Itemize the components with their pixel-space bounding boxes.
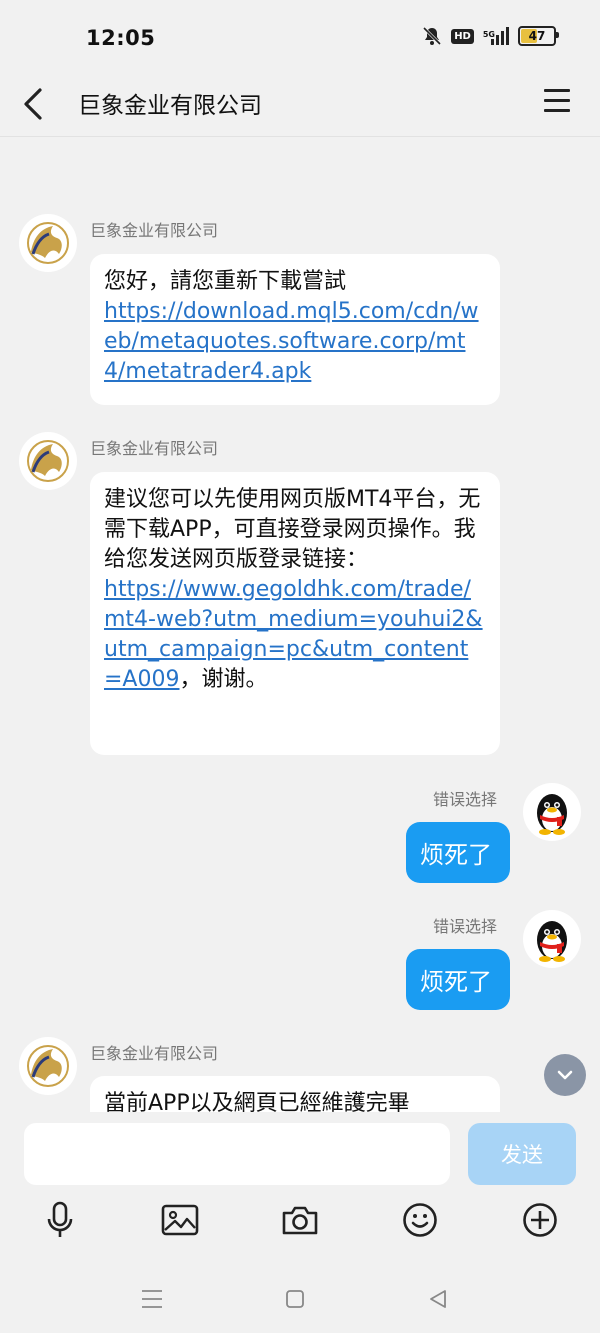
back-button[interactable] (18, 82, 58, 126)
sender-name: 错误选择 (433, 790, 498, 809)
penguin-avatar-icon (537, 794, 567, 835)
penguin-avatar-icon (537, 921, 567, 962)
chat-toolbar (0, 1196, 600, 1248)
menu-button[interactable] (544, 89, 570, 115)
sender-name: 错误选择 (433, 917, 498, 936)
square-icon (286, 1290, 304, 1308)
message-text-after: ，谢谢。 (179, 667, 268, 692)
message-bubble: 建议您可以先使用网页版MT4平台，无需下载APP，可直接登录网页操作。我给您发送… (90, 472, 500, 755)
message-bubble-self: 烦死了 (406, 949, 510, 1010)
status-bar: 12:05 HD 5G 47 (0, 0, 600, 72)
avatar-company[interactable] (19, 1037, 77, 1095)
company-logo-icon (27, 222, 69, 264)
sender-name: 巨象金业有限公司 (90, 1044, 219, 1063)
company-logo-icon (27, 1045, 69, 1087)
chat-header: 巨象金业有限公司 (0, 72, 600, 137)
message-bubble: 您好，請您重新下載嘗試 https://download.mql5.com/cd… (90, 254, 500, 405)
avatar-user[interactable] (523, 783, 581, 841)
battery-icon: 47 (518, 26, 559, 46)
battery-level: 47 (528, 29, 546, 43)
back-arrow-icon (24, 88, 42, 120)
input-bar: 发送 (0, 1112, 600, 1196)
triangle-back-icon (430, 1290, 446, 1308)
message-text: 您好，請您重新下載嘗試 (104, 269, 347, 294)
more-button[interactable] (518, 1196, 562, 1244)
status-time: 12:05 (86, 26, 156, 50)
message-input[interactable] (24, 1123, 450, 1185)
menu-lines-icon (142, 1290, 162, 1308)
camera-icon (282, 1206, 318, 1235)
voice-button[interactable] (38, 1196, 82, 1244)
avatar-user[interactable] (523, 910, 581, 968)
avatar-company[interactable] (19, 432, 77, 490)
network-label: 5G (482, 30, 495, 39)
emoji-icon (403, 1203, 437, 1237)
chevron-down-icon (557, 1070, 573, 1080)
send-button[interactable]: 发送 (468, 1123, 576, 1185)
avatar-company[interactable] (19, 214, 77, 272)
web-platform-link[interactable]: https://www.gegoldhk.com/trade/mt4-web?u… (104, 577, 483, 692)
message-text: 烦死了 (420, 841, 492, 869)
company-logo-icon (27, 440, 69, 482)
bell-off-icon (423, 26, 442, 46)
image-button[interactable] (158, 1196, 202, 1244)
system-nav-bar (0, 1268, 600, 1328)
chat-title: 巨象金业有限公司 (78, 93, 262, 119)
camera-button[interactable] (278, 1196, 322, 1244)
menu-icon (544, 89, 570, 92)
message-bubble-self: 烦死了 (406, 822, 510, 883)
scroll-down-button[interactable] (544, 1054, 586, 1096)
message-text: 建议您可以先使用网页版MT4平台，无需下载APP，可直接登录网页操作。我给您发送… (104, 487, 481, 572)
sender-name: 巨象金业有限公司 (90, 439, 219, 458)
download-link[interactable]: https://download.mql5.com/cdn/web/metaqu… (104, 299, 479, 384)
image-icon (161, 1204, 199, 1236)
emoji-button[interactable] (398, 1196, 442, 1244)
microphone-icon (47, 1201, 73, 1237)
status-icons: HD 5G 47 (422, 26, 559, 46)
home-button[interactable] (280, 1284, 310, 1314)
plus-icon (523, 1203, 557, 1237)
hd-badge: HD (451, 28, 474, 44)
nav-back-button[interactable] (423, 1284, 453, 1314)
sender-name: 巨象金业有限公司 (90, 221, 219, 240)
recent-apps-button[interactable] (137, 1284, 167, 1314)
message-text: 烦死了 (420, 968, 492, 996)
